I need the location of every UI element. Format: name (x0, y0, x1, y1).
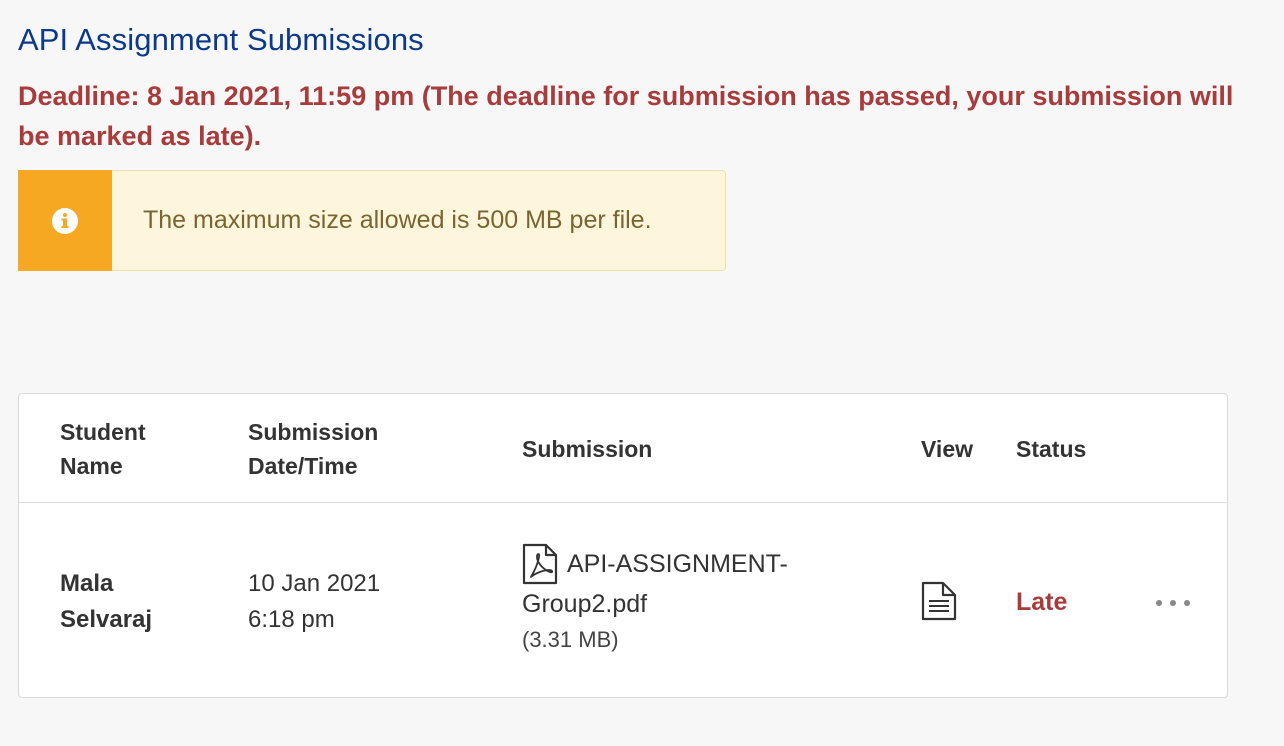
document-icon (921, 581, 957, 621)
header-student-name: Student Name (60, 419, 146, 479)
page-title: API Assignment Submissions (18, 22, 424, 57)
student-last-name: Selvaraj (60, 606, 153, 633)
info-alert-message: The maximum size allowed is 500 MB per f… (112, 170, 726, 271)
header-submission: Submission (522, 436, 653, 462)
page: API Assignment Submissions Deadline: 8 J… (0, 0, 1284, 746)
submission-file: API-ASSIGNMENT- Group2.pdf (3.31 MB) (522, 543, 822, 655)
student-name: Mala Selvaraj (60, 566, 152, 638)
info-icon (51, 207, 79, 235)
table-header: Student Name Submission Date/Time Submis… (19, 394, 1227, 503)
status-badge: Late (1016, 588, 1068, 616)
header-submission-datetime: Submission Date/Time (248, 419, 379, 479)
info-alert: The maximum size allowed is 500 MB per f… (18, 170, 726, 271)
header-view: View (921, 436, 973, 462)
more-options-icon (1155, 594, 1191, 612)
view-submission-button[interactable] (921, 581, 957, 621)
info-alert-accent (18, 170, 112, 271)
submissions-table: Student Name Submission Date/Time Submis… (18, 393, 1228, 698)
submission-datetime: 10 Jan 2021 6:18 pm (248, 566, 380, 638)
submission-date: 10 Jan 2021 (248, 570, 381, 597)
header-status: Status (1016, 436, 1087, 462)
file-size: (3.31 MB) (522, 627, 619, 652)
submission-time: 6:18 pm (248, 606, 335, 633)
file-name-line2[interactable]: Group2.pdf (522, 583, 822, 625)
submission-file-link[interactable]: API-ASSIGNMENT- (567, 543, 788, 585)
student-first-name: Mala (60, 570, 114, 597)
more-options-button[interactable] (1153, 593, 1193, 613)
file-name-line1: API-ASSIGNMENT- (567, 550, 788, 578)
deadline-notice: Deadline: 8 Jan 2021, 11:59 pm (The dead… (18, 81, 1234, 151)
pdf-file-icon (522, 543, 558, 585)
